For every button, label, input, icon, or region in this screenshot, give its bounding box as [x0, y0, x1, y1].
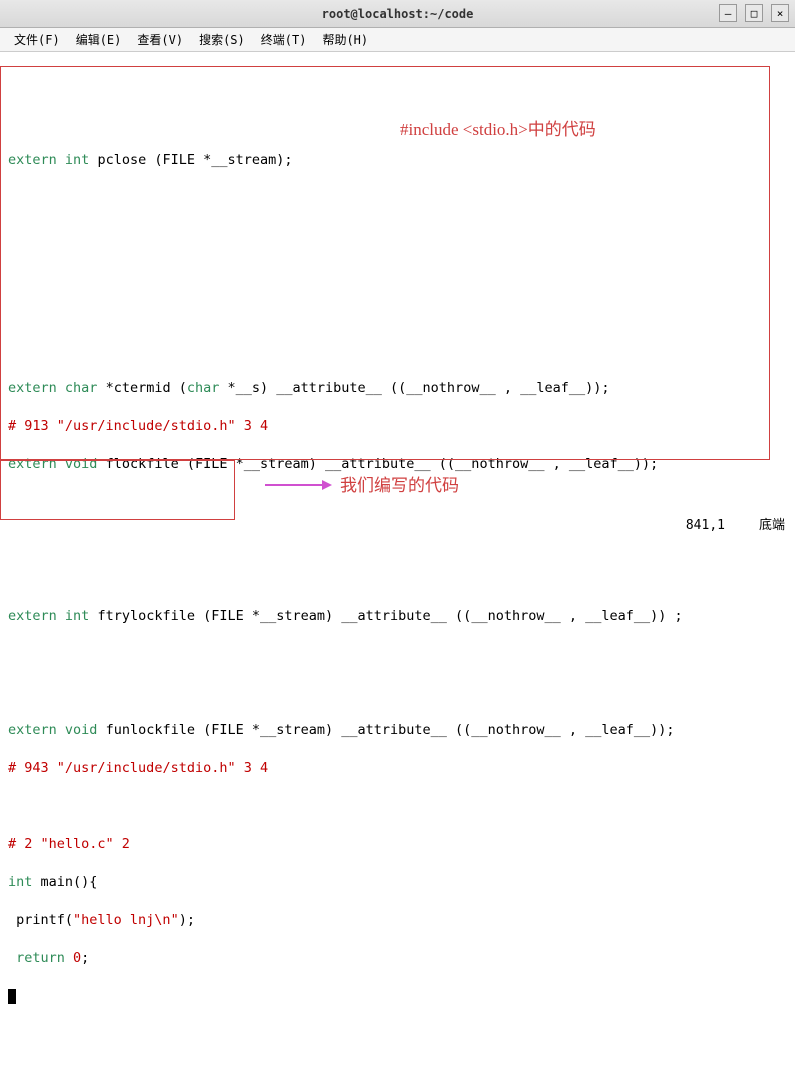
menu-edit[interactable]: 编辑(E) [70, 29, 128, 50]
menu-terminal[interactable]: 终端(T) [255, 29, 313, 50]
menubar: 文件(F) 编辑(E) 查看(V) 搜索(S) 终端(T) 帮助(H) [0, 28, 795, 52]
close-button[interactable]: × [771, 4, 789, 22]
code-line [8, 645, 787, 664]
maximize-button[interactable]: □ [745, 4, 763, 22]
menu-search[interactable]: 搜索(S) [193, 29, 251, 50]
menu-view[interactable]: 查看(V) [131, 29, 189, 50]
code-line: extern void flockfile (FILE *__stream) _… [8, 455, 787, 474]
code-line [8, 987, 787, 1006]
menu-help[interactable]: 帮助(H) [316, 29, 374, 50]
code-line: int main(){ [8, 873, 787, 892]
code-line: # 943 "/usr/include/stdio.h" 3 4 [8, 759, 787, 778]
code-line [8, 265, 787, 284]
status-position: 841,1 [686, 518, 725, 533]
code-line [8, 341, 787, 360]
code-line [8, 683, 787, 702]
code-line: extern char *ctermid (char *__s) __attri… [8, 379, 787, 398]
code-line: extern void funlockfile (FILE *__stream)… [8, 721, 787, 740]
arrow-icon [265, 484, 325, 486]
code-line: # 913 "/usr/include/stdio.h" 3 4 [8, 417, 787, 436]
code-line [8, 303, 787, 322]
code-line: return 0; [8, 949, 787, 968]
code-line [8, 531, 787, 550]
menu-file[interactable]: 文件(F) [8, 29, 66, 50]
arrowhead-icon [322, 480, 332, 490]
code-line [8, 493, 787, 512]
code-line [8, 797, 787, 816]
code-line: extern int ftrylockfile (FILE *__stream)… [8, 607, 787, 626]
cursor [8, 989, 16, 1004]
code-line [8, 227, 787, 246]
minimize-button[interactable]: — [719, 4, 737, 22]
window-buttons: — □ × [719, 4, 789, 22]
annotation-include-label: #include <stdio.h>中的代码 [400, 120, 596, 139]
code-line [8, 569, 787, 588]
window-title: root@localhost:~/code [322, 7, 474, 21]
titlebar: root@localhost:~/code — □ × [0, 0, 795, 28]
code-line [8, 75, 787, 94]
code-line: printf("hello lnj\n"); [8, 911, 787, 930]
status-mode: 底端 [759, 514, 785, 533]
code-line [8, 189, 787, 208]
code-line: # 2 "hello.c" 2 [8, 835, 787, 854]
editor-area[interactable]: extern int pclose (FILE *__stream); exte… [0, 52, 795, 1074]
code-line [8, 113, 787, 132]
annotation-our-label: 我们编写的代码 [340, 476, 459, 495]
code-line: extern int pclose (FILE *__stream); [8, 151, 787, 170]
